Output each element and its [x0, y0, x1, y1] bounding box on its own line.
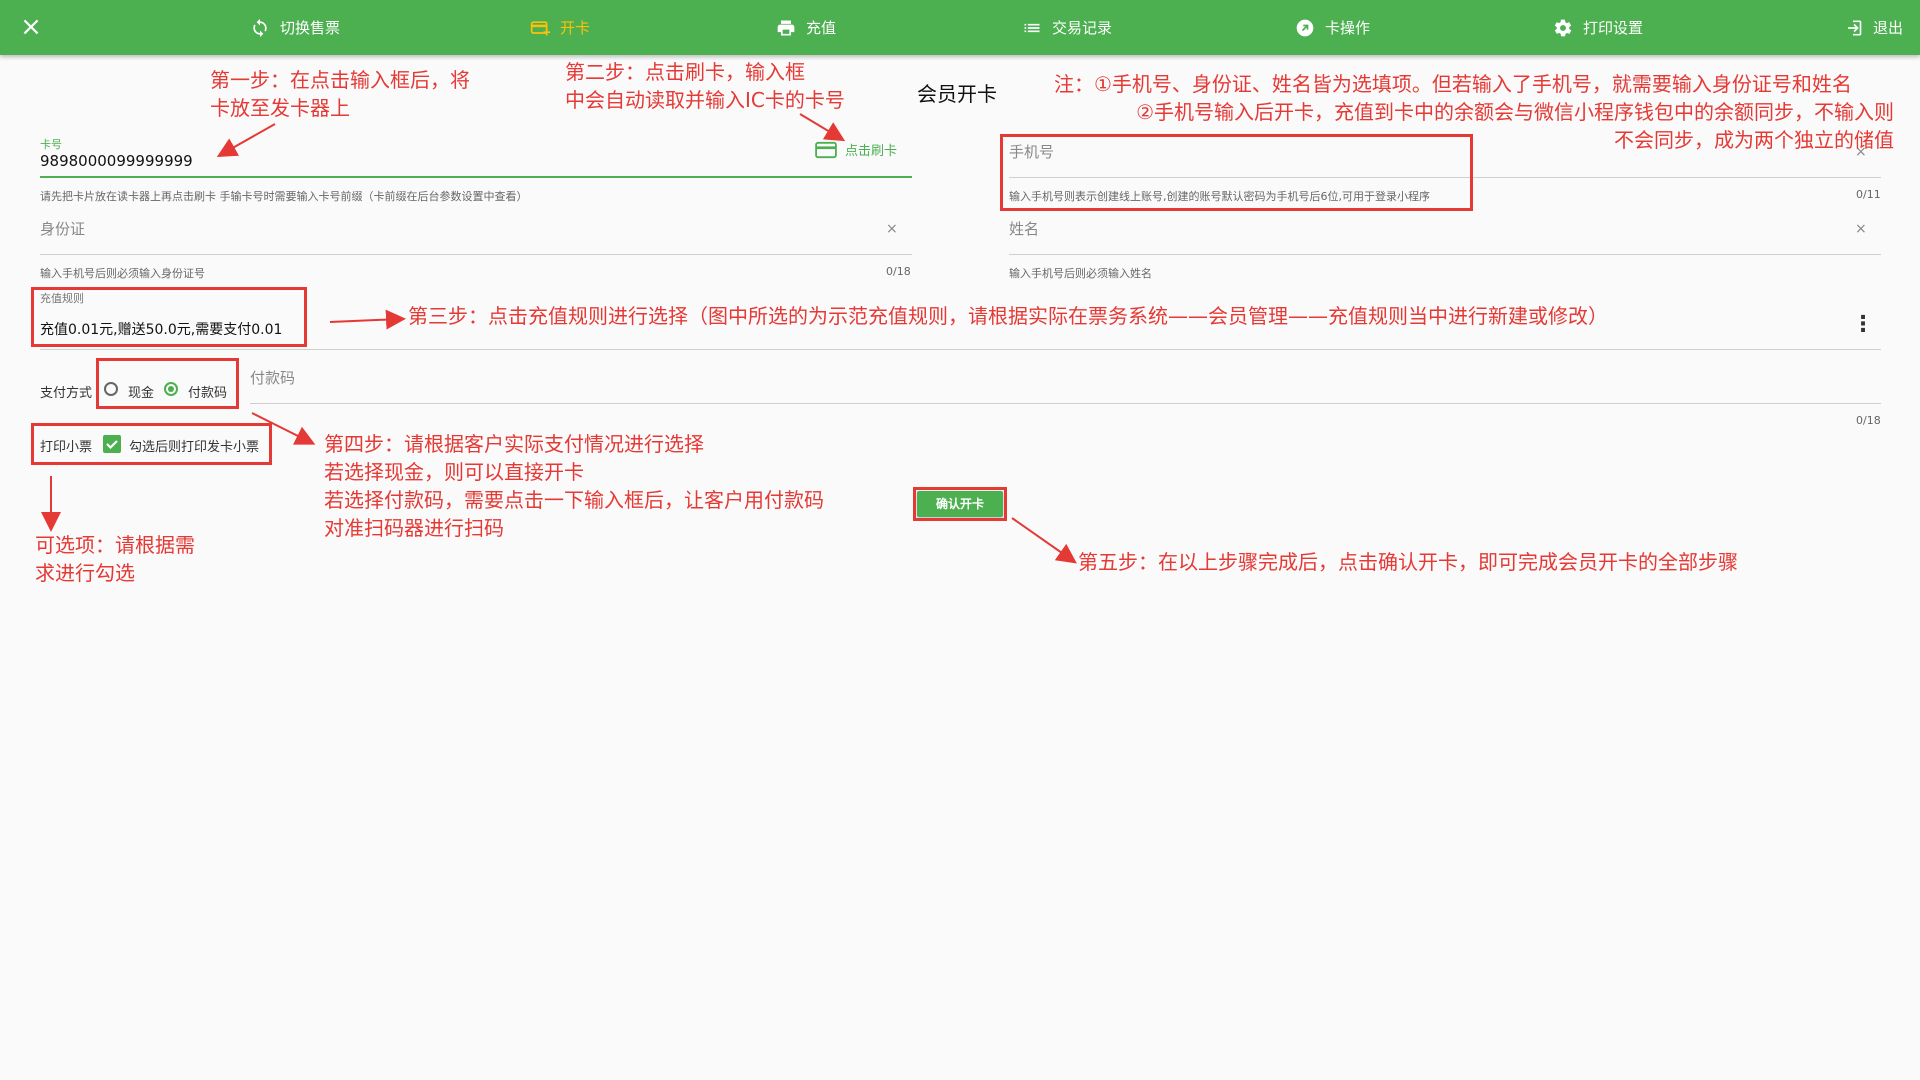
- card-number-hint: 请先把卡片放在读卡器上再点击刷卡 手输卡号时需要输入卡号前缀（卡前缀在后台参数设…: [40, 190, 528, 203]
- page-title: 会员开卡: [917, 82, 997, 106]
- nav-label: 充值: [806, 19, 837, 37]
- arrow-step3: [329, 309, 406, 330]
- recharge-rule-select[interactable]: 充值0.01元,赠送50.0元,需要支付0.01: [40, 319, 282, 339]
- arrow-step4: [251, 412, 316, 445]
- nav-print-settings[interactable]: 打印设置: [1553, 0, 1643, 55]
- swipe-card-button[interactable]: 点击刷卡: [815, 140, 897, 159]
- annotation-arrows: [41, 113, 1077, 564]
- name-input[interactable]: 姓名: [1009, 218, 1039, 239]
- nav-label: 打印设置: [1583, 19, 1644, 37]
- nav-switch-ticketing[interactable]: 切换售票: [250, 0, 340, 55]
- refresh-icon: [253, 18, 267, 37]
- card-number-label: 卡号: [40, 138, 62, 151]
- payment-method-label: 支付方式: [40, 386, 93, 401]
- payment-cash-radio[interactable]: [104, 382, 118, 396]
- payment-code-label[interactable]: 付款码: [188, 382, 227, 401]
- id-card-clear-icon[interactable]: ×: [886, 221, 898, 237]
- printer-icon: [777, 20, 795, 35]
- card-number-underline: [40, 176, 912, 178]
- card-number-input[interactable]: 9898000099999999: [40, 152, 193, 170]
- payment-cash-label[interactable]: 现金: [128, 382, 154, 401]
- payment-code-underline: [250, 403, 1881, 404]
- print-receipt-checkbox[interactable]: [103, 435, 121, 453]
- annotation-optional: 可选项：请根据需 求进行勾选: [35, 533, 195, 585]
- print-receipt-checkbox-label[interactable]: 勾选后则打印发卡小票: [129, 436, 259, 455]
- swipe-card-label: 点击刷卡: [845, 144, 898, 159]
- exit-icon: [1848, 20, 1862, 35]
- top-nav-bar: × 切换售票 开卡 充值 交易记录 卡操作 打印设置 退出: [0, 0, 1920, 55]
- annotation-step5: 第五步：在以上步骤完成后，点击确认开卡，即可完成会员开卡的全部步骤: [1078, 550, 1738, 574]
- nav-exit[interactable]: 退出: [1843, 0, 1903, 55]
- name-underline: [1009, 254, 1881, 255]
- annotation-note: 注：①手机号、身份证、姓名皆为选填项。但若输入了手机号，就需要输入身份证号和姓名…: [1054, 72, 1894, 152]
- arrow-step1: [216, 123, 276, 157]
- nav-label: 交易记录: [1052, 19, 1113, 37]
- arrow-step2: [799, 113, 846, 142]
- confirm-open-card-button[interactable]: 确认开卡: [917, 491, 1003, 517]
- nav-label: 卡操作: [1325, 19, 1371, 37]
- credit-card-icon: [815, 141, 837, 158]
- annotation-step2: 第二步：点击刷卡，输入框 中会自动读取并输入IC卡的卡号: [565, 60, 845, 112]
- nav-transactions[interactable]: 交易记录: [1022, 0, 1112, 55]
- annotation-step3: 第三步：点击充值规则进行选择（图中所选的为示范充值规则，请根据实际在票务系统——…: [408, 304, 1608, 328]
- name-clear-icon[interactable]: ×: [1855, 221, 1867, 237]
- annotation-step4: 第四步：请根据客户实际支付情况进行选择 若选择现金，则可以直接开卡 若选择付款码，…: [324, 432, 824, 540]
- card-add-icon: [530, 20, 550, 35]
- arrow-circle-icon: [1296, 19, 1314, 36]
- payment-code-input[interactable]: 付款码: [250, 367, 295, 388]
- nav-label: 退出: [1873, 19, 1904, 37]
- nav-recharge[interactable]: 充值: [776, 0, 836, 55]
- check-icon: [106, 440, 118, 450]
- annotation-step1: 第一步：在点击输入框后，将 卡放至发卡器上: [210, 68, 470, 120]
- id-card-hint: 输入手机号后则必须输入身份证号: [40, 267, 205, 280]
- phone-counter: 0/11: [1856, 188, 1881, 201]
- phone-input[interactable]: 手机号: [1009, 141, 1054, 162]
- nav-label: 切换售票: [280, 19, 341, 37]
- payment-code-radio[interactable]: [164, 382, 178, 396]
- phone-underline: [1009, 177, 1881, 178]
- gear-icon: [1554, 19, 1572, 36]
- nav-card-operations[interactable]: 卡操作: [1295, 0, 1370, 55]
- id-card-input[interactable]: 身份证: [40, 218, 85, 239]
- more-vert-icon[interactable]: ⋮: [1852, 312, 1874, 337]
- name-hint: 输入手机号后则必须输入姓名: [1009, 267, 1152, 280]
- arrow-step5: [1011, 517, 1077, 564]
- recharge-rule-underline: [40, 349, 1881, 350]
- list-icon: [1024, 23, 1040, 32]
- id-card-counter: 0/18: [886, 265, 911, 278]
- print-receipt-label: 打印小票: [40, 440, 93, 455]
- nav-open-card[interactable]: 开卡: [530, 0, 590, 55]
- nav-label: 开卡: [560, 19, 591, 37]
- phone-hint: 输入手机号则表示创建线上账号,创建的账号默认密码为手机号后6位,可用于登录小程序: [1009, 190, 1430, 203]
- close-icon[interactable]: ×: [14, 10, 48, 44]
- id-card-underline: [40, 254, 912, 255]
- recharge-rule-label: 充值规则: [40, 292, 84, 305]
- payment-code-counter: 0/18: [1856, 414, 1881, 427]
